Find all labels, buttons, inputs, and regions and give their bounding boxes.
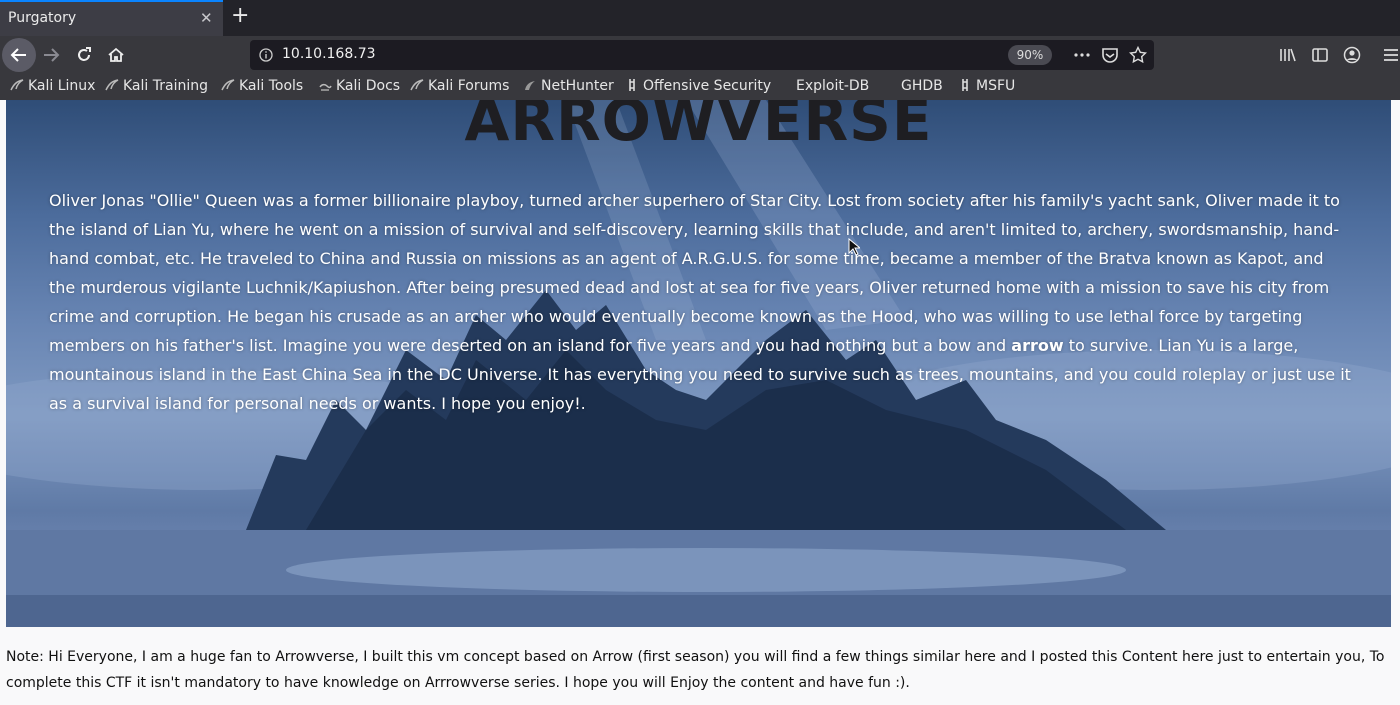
bookmark-nethunter[interactable]: NetHunter [523,78,614,94]
story-paragraph: Oliver Jonas "Ollie" Queen was a former … [49,186,1354,418]
kali-icon [105,79,119,91]
forward-button[interactable] [34,38,68,72]
bookmark-label: Kali Docs [336,78,401,94]
sidebar-icon[interactable] [1311,46,1329,64]
bookmark-label: GHDB [901,78,943,94]
tab-title: Purgatory [8,10,77,26]
account-icon[interactable] [1343,46,1361,64]
kali-icon [10,79,24,91]
bookmark-label: Offensive Security [643,78,772,94]
kali-icon [221,79,235,91]
navigation-toolbar: 10.10.168.73 90% [0,36,1400,74]
bookmark-ghdb[interactable]: GHDB [883,78,943,94]
arrow-right-icon [44,48,60,62]
page-title: ARROWVERSE [464,100,933,154]
bookmark-label: Kali Tools [239,78,304,94]
bookmark-kali-tools[interactable]: Kali Tools [221,78,303,94]
story-bold-word: arrow [1011,336,1064,355]
ghdb-icon [883,78,897,92]
new-tab-button[interactable]: + [231,3,249,28]
bookmark-kali-linux[interactable]: Kali Linux [10,78,95,94]
note-paragraph: Note: Hi Everyone, I am a huge fan to Ar… [6,649,1385,691]
menu-icon[interactable] [1382,46,1400,64]
bookmark-star-icon[interactable] [1129,46,1147,64]
reload-button[interactable] [67,38,101,72]
home-button[interactable] [99,38,133,72]
bookmark-label: NetHunter [541,78,614,94]
bookmark-kali-training[interactable]: Kali Training [105,78,208,94]
tab-bar: Purgatory ✕ + [0,0,1400,36]
zoom-level-badge[interactable]: 90% [1008,45,1052,65]
home-icon [108,47,124,62]
offsec-icon [629,79,635,91]
back-button[interactable] [2,38,36,72]
bookmark-msfu[interactable]: MSFU [958,78,1015,94]
page-actions-icon[interactable] [1073,46,1091,64]
bookmark-kali-forums[interactable]: Kali Forums [410,78,509,94]
hero-banner: ARROWVERSE Oliver Jonas "Ollie" Queen wa… [6,100,1391,627]
arrow-left-icon [10,48,26,62]
url-text[interactable]: 10.10.168.73 [282,46,376,62]
bookmark-label: Exploit-DB [796,78,870,94]
bookmark-label: Kali Linux [28,78,96,94]
bookmark-offensive-security[interactable]: Offensive Security [625,78,771,94]
bookmark-label: Kali Training [123,78,208,94]
bookmark-label: Kali Forums [428,78,510,94]
nethunter-icon [525,81,535,90]
bookmarks-toolbar: Kali Linux Kali Training Kali Tools Kali… [0,74,1400,100]
info-icon[interactable] [259,48,273,62]
docs-icon [319,83,332,91]
page-content: ARROWVERSE Oliver Jonas "Ollie" Queen wa… [0,100,1400,705]
pocket-icon[interactable] [1101,46,1119,64]
kali-icon [410,79,424,91]
bookmark-exploit-db[interactable]: Exploit-DB [778,78,869,94]
offsec-icon [962,79,968,91]
reload-icon [78,47,91,61]
exploitdb-icon [778,78,792,92]
close-tab-icon[interactable]: ✕ [200,9,213,27]
mouse-cursor-icon [848,238,860,256]
bookmark-kali-docs[interactable]: Kali Docs [318,78,400,94]
bookmark-label: MSFU [976,78,1016,94]
active-tab[interactable]: Purgatory ✕ [0,0,223,36]
story-text-start: Oliver Jonas "Ollie" Queen was a former … [49,191,1340,355]
address-bar[interactable]: 10.10.168.73 90% [250,40,1154,70]
library-icon[interactable] [1279,46,1297,64]
